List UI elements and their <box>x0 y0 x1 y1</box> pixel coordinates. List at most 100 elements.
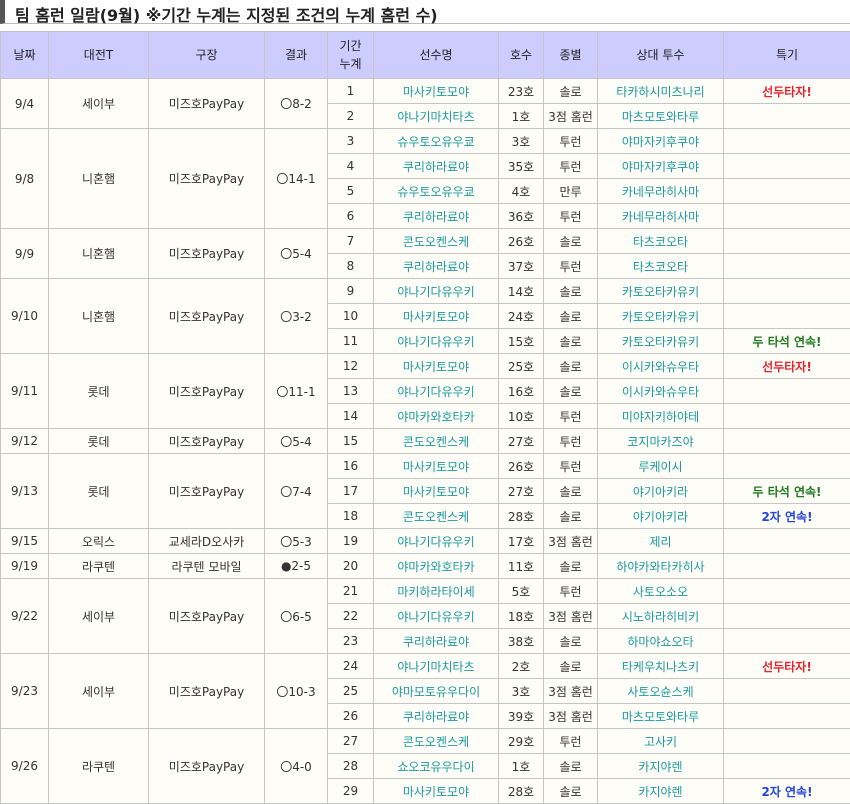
hr-number-cell: 14호 <box>499 279 544 304</box>
player-cell: 쿠리하라료야 <box>374 254 499 279</box>
table-row: 9/22세이부미즈호PayPay〇6-521마키하라타이세5호투런사토오소오 <box>1 579 850 604</box>
player-cell: 야마모토유우다이 <box>374 679 499 704</box>
opponent-cell: 롯데 <box>49 354 149 429</box>
table-row: 9/13롯데미즈호PayPay〇7-416마사키토모야26호투런루케이시 <box>1 454 850 479</box>
date-cell: 9/4 <box>1 79 49 129</box>
cumulative-cell: 20 <box>328 554 374 579</box>
header-cumulative-line2: 누계 <box>339 57 361 71</box>
note-cell: 선두타자! <box>724 79 850 104</box>
cumulative-cell: 14 <box>328 404 374 429</box>
note-cell <box>724 679 850 704</box>
type-cell: 솔로 <box>544 79 598 104</box>
note-cell <box>724 279 850 304</box>
pitcher-cell: 타츠코오타 <box>598 254 724 279</box>
header-row: 날짜 대전T 구장 결과 기간누계 선수명 호수 종별 상대 투수 특기 <box>1 32 850 79</box>
player-cell: 쿠리하라료야 <box>374 704 499 729</box>
pitcher-cell: 하마야쇼오타 <box>598 629 724 654</box>
type-cell: 솔로 <box>544 279 598 304</box>
hr-number-cell: 3호 <box>499 679 544 704</box>
note-cell <box>724 604 850 629</box>
player-cell: 야나기다유우키 <box>374 379 499 404</box>
hr-number-cell: 23호 <box>499 79 544 104</box>
date-cell: 9/10 <box>1 279 49 354</box>
pitcher-cell: 카토오타카유키 <box>598 279 724 304</box>
result-cell: 〇5-3 <box>265 529 328 554</box>
type-cell: 솔로 <box>544 504 598 529</box>
cumulative-cell: 10 <box>328 304 374 329</box>
table-row: 9/19라쿠텐라쿠텐 모바일●2-520야마카와호타카11호솔로하야카와타카히사 <box>1 554 850 579</box>
type-cell: 투런 <box>544 429 598 454</box>
cumulative-cell: 11 <box>328 329 374 354</box>
type-cell: 투런 <box>544 454 598 479</box>
stadium-cell: 미즈호PayPay <box>149 729 265 804</box>
pitcher-cell: 이시카와슈우타 <box>598 354 724 379</box>
note-cell: 선두타자! <box>724 654 850 679</box>
header-opponent: 대전T <box>49 32 149 79</box>
date-cell: 9/8 <box>1 129 49 229</box>
cumulative-cell: 21 <box>328 579 374 604</box>
hr-number-cell: 15호 <box>499 329 544 354</box>
hr-number-cell: 3호 <box>499 129 544 154</box>
table-row: 9/10니혼햄미즈호PayPay〇3-29야나기다유우키14호솔로카토오타카유키 <box>1 279 850 304</box>
hr-number-cell: 36호 <box>499 204 544 229</box>
type-cell: 3점 홈런 <box>544 104 598 129</box>
table-row: 9/23세이부미즈호PayPay〇10-324야나기마치타츠2호솔로타케우치나츠… <box>1 654 850 679</box>
cumulative-cell: 29 <box>328 779 374 804</box>
header-player: 선수명 <box>374 32 499 79</box>
cumulative-cell: 18 <box>328 504 374 529</box>
note-cell <box>724 304 850 329</box>
type-cell: 투런 <box>544 404 598 429</box>
hr-number-cell: 2호 <box>499 654 544 679</box>
type-cell: 3점 홈런 <box>544 529 598 554</box>
stadium-cell: 교세라D오사카 <box>149 529 265 554</box>
hr-number-cell: 26호 <box>499 229 544 254</box>
header-cumulative-line1: 기간 <box>339 39 361 53</box>
player-cell: 쿠리하라료야 <box>374 629 499 654</box>
header-type: 종별 <box>544 32 598 79</box>
hr-number-cell: 18호 <box>499 604 544 629</box>
cumulative-cell: 13 <box>328 379 374 404</box>
type-cell: 솔로 <box>544 329 598 354</box>
hr-number-cell: 16호 <box>499 379 544 404</box>
hr-number-cell: 28호 <box>499 779 544 804</box>
home-run-table: 날짜 대전T 구장 결과 기간누계 선수명 호수 종별 상대 투수 특기 9/4… <box>0 31 850 804</box>
date-cell: 9/13 <box>1 454 49 529</box>
note-cell <box>724 579 850 604</box>
stadium-cell: 미즈호PayPay <box>149 279 265 354</box>
result-cell: 〇8-2 <box>265 79 328 129</box>
pitcher-cell: 하야카와타카히사 <box>598 554 724 579</box>
date-cell: 9/22 <box>1 579 49 654</box>
table-row: 9/12롯데미즈호PayPay〇5-415콘도오켄스케27호투런코지마카즈야 <box>1 429 850 454</box>
pitcher-cell: 야기아키라 <box>598 479 724 504</box>
result-cell: 〇6-5 <box>265 579 328 654</box>
table-row: 9/4세이부미즈호PayPay〇8-21마사키토모야23호솔로타카하시미츠나리선… <box>1 79 850 104</box>
header-date: 날짜 <box>1 32 49 79</box>
type-cell: 솔로 <box>544 629 598 654</box>
note-cell: 선두타자! <box>724 354 850 379</box>
player-cell: 야나기다유우키 <box>374 329 499 354</box>
player-cell: 슈우토오유우쿄 <box>374 129 499 154</box>
hr-number-cell: 37호 <box>499 254 544 279</box>
cumulative-cell: 28 <box>328 754 374 779</box>
date-cell: 9/12 <box>1 429 49 454</box>
pitcher-cell: 고사키 <box>598 729 724 754</box>
cumulative-cell: 27 <box>328 729 374 754</box>
hr-number-cell: 4호 <box>499 179 544 204</box>
hr-number-cell: 11호 <box>499 554 544 579</box>
type-cell: 솔로 <box>544 754 598 779</box>
note-cell <box>724 154 850 179</box>
player-cell: 쿠리하라료야 <box>374 154 499 179</box>
stadium-cell: 미즈호PayPay <box>149 79 265 129</box>
hr-number-cell: 17호 <box>499 529 544 554</box>
type-cell: 투런 <box>544 254 598 279</box>
date-cell: 9/11 <box>1 354 49 429</box>
stadium-cell: 미즈호PayPay <box>149 229 265 279</box>
player-cell: 야마카와호타카 <box>374 554 499 579</box>
pitcher-cell: 루케이시 <box>598 454 724 479</box>
type-cell: 솔로 <box>544 379 598 404</box>
stadium-cell: 미즈호PayPay <box>149 579 265 654</box>
header-cumulative: 기간누계 <box>328 32 374 79</box>
note-cell <box>724 454 850 479</box>
cumulative-cell: 16 <box>328 454 374 479</box>
opponent-cell: 세이부 <box>49 79 149 129</box>
